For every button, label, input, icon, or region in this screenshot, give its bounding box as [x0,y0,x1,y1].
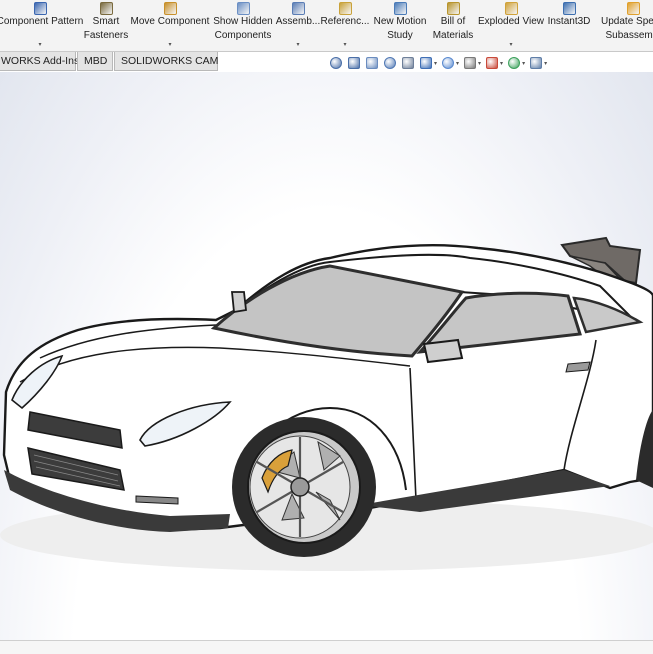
edit-appearance-icon[interactable] [486,57,499,69]
update-speedpak-label: Update Speed [601,16,653,27]
show-hidden-components-button[interactable]: #6b8fc4Show Hidden Components [213,1,273,51]
display-style-icon[interactable] [442,57,455,69]
new-motion-study-label: New Motion [373,16,427,27]
side-mirror [422,338,464,364]
front-wheel [232,417,376,557]
component-pattern-label: Component Pattern [0,16,84,27]
reference-geometry-label: Referenc... [320,16,370,27]
dropdown-arrow-icon[interactable]: ▾ [478,60,481,67]
exploded-view-button[interactable]: #d0a23aExploded View ▾ [478,1,544,51]
dropdown-arrow-icon[interactable]: ▾ [456,60,459,67]
new-motion-study-button[interactable]: #4a7bb8New Motion Study [372,1,428,51]
new-motion-study-label: Study [387,29,413,41]
bill-of-materials-button[interactable]: #b8952eBill of Materials [432,1,474,51]
assembly-features-dropdown-arrow-icon[interactable]: ▾ [296,41,299,48]
exploded-view-label: Exploded View [478,16,544,27]
fog-light [135,495,179,505]
assembly-features-label: Assemb... [275,16,321,27]
tab-works-add-ins[interactable]: WORKS Add-Ins [0,52,79,71]
graphics-area[interactable] [0,72,653,640]
update-speedpak-button[interactable]: #e0a02cUpdate Speed Subassembl [597,1,653,51]
show-hidden-components-label: Show Hidden [213,16,273,27]
show-hidden-components-icon: #6b8fc4 [236,2,250,15]
previous-view-icon[interactable] [366,57,378,69]
dropdown-arrow-icon[interactable]: ▾ [434,60,437,67]
smart-fasteners-label: Fasteners [83,29,129,41]
section-view-icon[interactable] [384,57,396,69]
exploded-view-dropdown-arrow-icon[interactable]: ▾ [509,41,512,48]
zoom-to-area-icon[interactable] [348,57,360,69]
bill-of-materials-label: Materials [432,29,474,41]
reference-geometry-icon: #c9a23a [338,2,352,15]
dropdown-arrow-icon[interactable]: ▾ [500,60,503,67]
heads-up-view-toolbar: ▾ ▾ ▾ ▾ ▾ ▾ [330,55,552,71]
assembly-features-icon: #5a7db5 [291,2,305,15]
smart-fasteners-icon: #7a6a3e [99,2,113,15]
smart-fasteners-label: Smart [92,16,120,27]
zoom-to-fit-icon[interactable] [330,57,342,69]
dynamic-annotation-icon[interactable] [402,57,414,69]
assembly-features-button[interactable]: #5a7db5Assemb... ▾ [276,1,320,51]
reference-geometry-dropdown-arrow-icon[interactable]: ▾ [343,41,346,48]
component-pattern-dropdown-arrow-icon[interactable]: ▾ [38,41,41,48]
move-component-label: Move Component [130,16,210,27]
left-mirror [231,291,247,314]
dropdown-arrow-icon[interactable]: ▾ [544,60,547,67]
tab-solidworks-cam[interactable]: SOLIDWORKS CAM [114,52,218,71]
move-component-icon: #c8902a [163,2,177,15]
instant3d-icon: #3d6fb0 [562,2,576,15]
tab-mbd[interactable]: MBD [77,52,113,71]
component-pattern-button[interactable]: #3a66b0Component Pattern ▾ [0,1,84,51]
door-handle [565,361,591,373]
graphics-area-footer [0,640,653,654]
component-pattern-icon: #3a66b0 [33,2,47,15]
view-settings-icon[interactable] [530,57,543,69]
smart-fasteners-button[interactable]: #7a6a3eSmart Fasteners [84,1,128,51]
instant3d-button[interactable]: #3d6fb0Instant3D [546,1,592,51]
apply-scene-icon[interactable] [508,57,521,69]
command-manager-tabs: WORKS Add-Ins MBD SOLIDWORKS CAM [0,52,653,72]
show-hidden-components-label: Components [214,29,272,41]
update-speedpak-icon: #e0a02c [626,2,640,15]
move-component-button[interactable]: #c8902aMove Component ▾ [130,1,210,51]
move-component-dropdown-arrow-icon[interactable]: ▾ [168,41,171,48]
hide-show-items-icon[interactable] [464,57,477,69]
instant3d-label: Instant3D [547,16,591,27]
update-speedpak-label: Subassembl [605,29,653,41]
dropdown-arrow-icon[interactable]: ▾ [522,60,525,67]
new-motion-study-icon: #4a7bb8 [393,2,407,15]
reference-geometry-button[interactable]: #c9a23aReferenc... ▾ [320,1,370,51]
view-orientation-icon[interactable] [420,57,432,69]
bill-of-materials-icon: #b8952e [446,2,460,15]
car-model-render [0,236,653,571]
bill-of-materials-label: Bill of [440,16,466,27]
exploded-view-icon: #d0a23a [504,2,518,15]
command-manager-ribbon: #3a66b0Component Pattern ▾ #7a6a3eSmart Fas… [0,0,653,52]
